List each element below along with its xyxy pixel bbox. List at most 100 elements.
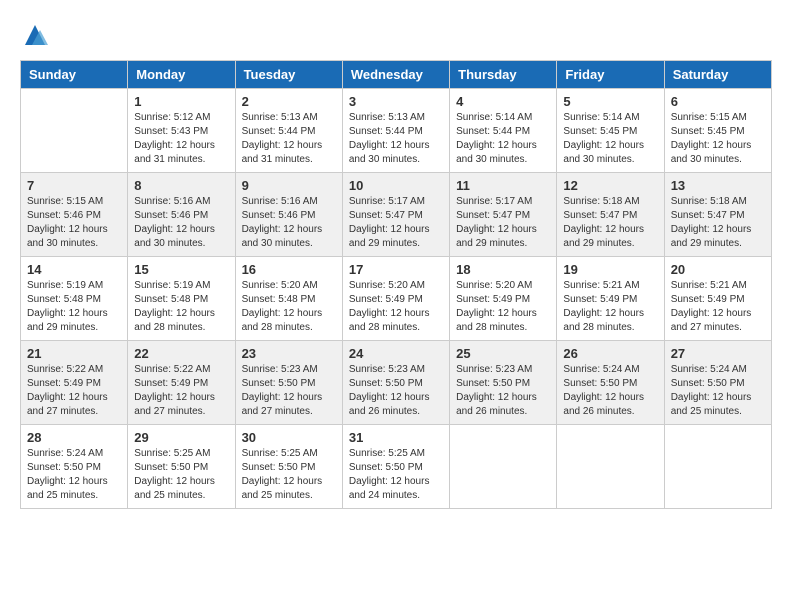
day-number: 13 bbox=[671, 178, 765, 193]
day-info: Sunrise: 5:20 AM Sunset: 5:49 PM Dayligh… bbox=[456, 279, 550, 335]
day-number: 4 bbox=[456, 94, 550, 109]
header-thursday: Thursday bbox=[450, 61, 557, 89]
day-cell bbox=[557, 425, 664, 509]
day-number: 29 bbox=[134, 430, 228, 445]
logo-icon bbox=[20, 20, 50, 50]
week-row-1: 1Sunrise: 5:12 AM Sunset: 5:43 PM Daylig… bbox=[21, 89, 772, 173]
day-info: Sunrise: 5:21 AM Sunset: 5:49 PM Dayligh… bbox=[563, 279, 657, 335]
day-number: 25 bbox=[456, 346, 550, 361]
day-cell: 13 Sunrise: 5:18 AM Sunset: 5:47 PM Dayli… bbox=[664, 173, 771, 257]
day-info: Sunrise: 5:17 AM Sunset: 5:47 PM Dayligh… bbox=[456, 195, 550, 251]
day-cell: 3 Sunrise: 5:13 AM Sunset: 5:44 PM Daylig… bbox=[342, 89, 449, 173]
day-info: Sunrise: 5:14 AM Sunset: 5:45 PM Dayligh… bbox=[563, 111, 657, 167]
header-saturday: Saturday bbox=[664, 61, 771, 89]
day-info: Sunrise: 5:16 AM Sunset: 5:46 PM Dayligh… bbox=[134, 195, 228, 251]
day-cell: 12 Sunrise: 5:18 AM Sunset: 5:47 PM Dayli… bbox=[557, 173, 664, 257]
day-cell: 26Sunrise: 5:24 AM Sunset: 5:50 PM Dayli… bbox=[557, 341, 664, 425]
header-row: SundayMondayTuesdayWednesdayThursdayFrid… bbox=[21, 61, 772, 89]
day-number: 28 bbox=[27, 430, 121, 445]
day-number: 24 bbox=[349, 346, 443, 361]
day-cell: 16Sunrise: 5:20 AM Sunset: 5:48 PM Dayli… bbox=[235, 257, 342, 341]
day-info: Sunrise: 5:24 AM Sunset: 5:50 PM Dayligh… bbox=[563, 363, 657, 419]
day-info: Sunrise: 5:13 AM Sunset: 5:44 PM Dayligh… bbox=[242, 111, 336, 167]
day-cell: 27 Sunrise: 5:24 AM Sunset: 5:50 PM Dayli… bbox=[664, 341, 771, 425]
logo bbox=[20, 20, 54, 50]
day-number: 14 bbox=[27, 262, 121, 277]
day-info: Sunrise: 5:14 AM Sunset: 5:44 PM Dayligh… bbox=[456, 111, 550, 167]
day-cell: 4 Sunrise: 5:14 AM Sunset: 5:44 PM Daylig… bbox=[450, 89, 557, 173]
day-info: Sunrise: 5:23 AM Sunset: 5:50 PM Dayligh… bbox=[349, 363, 443, 419]
day-info: Sunrise: 5:19 AM Sunset: 5:48 PM Dayligh… bbox=[134, 279, 228, 335]
day-info: Sunrise: 5:16 AM Sunset: 5:46 PM Dayligh… bbox=[242, 195, 336, 251]
day-cell: 31 Sunrise: 5:25 AM Sunset: 5:50 PM Dayli… bbox=[342, 425, 449, 509]
day-cell: 21Sunrise: 5:22 AM Sunset: 5:49 PM Dayli… bbox=[21, 341, 128, 425]
day-cell: 1Sunrise: 5:12 AM Sunset: 5:43 PM Daylig… bbox=[128, 89, 235, 173]
day-cell: 17 Sunrise: 5:20 AM Sunset: 5:49 PM Dayli… bbox=[342, 257, 449, 341]
day-info: Sunrise: 5:17 AM Sunset: 5:47 PM Dayligh… bbox=[349, 195, 443, 251]
day-info: Sunrise: 5:18 AM Sunset: 5:47 PM Dayligh… bbox=[563, 195, 657, 251]
day-number: 3 bbox=[349, 94, 443, 109]
day-cell: 9 Sunrise: 5:16 AM Sunset: 5:46 PM Daylig… bbox=[235, 173, 342, 257]
day-number: 18 bbox=[456, 262, 550, 277]
day-cell bbox=[664, 425, 771, 509]
day-number: 5 bbox=[563, 94, 657, 109]
header-monday: Monday bbox=[128, 61, 235, 89]
day-cell: 30 Sunrise: 5:25 AM Sunset: 5:50 PM Dayli… bbox=[235, 425, 342, 509]
day-info: Sunrise: 5:13 AM Sunset: 5:44 PM Dayligh… bbox=[349, 111, 443, 167]
header-friday: Friday bbox=[557, 61, 664, 89]
day-number: 6 bbox=[671, 94, 765, 109]
day-cell: 23Sunrise: 5:23 AM Sunset: 5:50 PM Dayli… bbox=[235, 341, 342, 425]
day-info: Sunrise: 5:19 AM Sunset: 5:48 PM Dayligh… bbox=[27, 279, 121, 335]
day-info: Sunrise: 5:25 AM Sunset: 5:50 PM Dayligh… bbox=[349, 447, 443, 503]
week-row-5: 28Sunrise: 5:24 AM Sunset: 5:50 PM Dayli… bbox=[21, 425, 772, 509]
day-cell: 18 Sunrise: 5:20 AM Sunset: 5:49 PM Dayli… bbox=[450, 257, 557, 341]
day-cell: 2 Sunrise: 5:13 AM Sunset: 5:44 PM Daylig… bbox=[235, 89, 342, 173]
header-wednesday: Wednesday bbox=[342, 61, 449, 89]
day-number: 10 bbox=[349, 178, 443, 193]
day-number: 15 bbox=[134, 262, 228, 277]
header-sunday: Sunday bbox=[21, 61, 128, 89]
day-number: 2 bbox=[242, 94, 336, 109]
day-cell bbox=[450, 425, 557, 509]
day-info: Sunrise: 5:20 AM Sunset: 5:49 PM Dayligh… bbox=[349, 279, 443, 335]
day-number: 17 bbox=[349, 262, 443, 277]
day-info: Sunrise: 5:25 AM Sunset: 5:50 PM Dayligh… bbox=[134, 447, 228, 503]
day-number: 20 bbox=[671, 262, 765, 277]
day-number: 31 bbox=[349, 430, 443, 445]
day-info: Sunrise: 5:23 AM Sunset: 5:50 PM Dayligh… bbox=[242, 363, 336, 419]
day-info: Sunrise: 5:15 AM Sunset: 5:46 PM Dayligh… bbox=[27, 195, 121, 251]
day-cell: 10 Sunrise: 5:17 AM Sunset: 5:47 PM Dayli… bbox=[342, 173, 449, 257]
day-cell: 29 Sunrise: 5:25 AM Sunset: 5:50 PM Dayli… bbox=[128, 425, 235, 509]
day-info: Sunrise: 5:18 AM Sunset: 5:47 PM Dayligh… bbox=[671, 195, 765, 251]
day-cell: 6Sunrise: 5:15 AM Sunset: 5:45 PM Daylig… bbox=[664, 89, 771, 173]
day-info: Sunrise: 5:22 AM Sunset: 5:49 PM Dayligh… bbox=[134, 363, 228, 419]
day-info: Sunrise: 5:24 AM Sunset: 5:50 PM Dayligh… bbox=[671, 363, 765, 419]
day-cell: 14 Sunrise: 5:19 AM Sunset: 5:48 PM Dayli… bbox=[21, 257, 128, 341]
calendar-body: 1Sunrise: 5:12 AM Sunset: 5:43 PM Daylig… bbox=[21, 89, 772, 509]
day-number: 21 bbox=[27, 346, 121, 361]
day-number: 30 bbox=[242, 430, 336, 445]
day-number: 27 bbox=[671, 346, 765, 361]
day-cell: 28Sunrise: 5:24 AM Sunset: 5:50 PM Dayli… bbox=[21, 425, 128, 509]
day-cell: 5 Sunrise: 5:14 AM Sunset: 5:45 PM Daylig… bbox=[557, 89, 664, 173]
day-number: 19 bbox=[563, 262, 657, 277]
day-number: 11 bbox=[456, 178, 550, 193]
week-row-2: 7 Sunrise: 5:15 AM Sunset: 5:46 PM Daylig… bbox=[21, 173, 772, 257]
day-cell: 15 Sunrise: 5:19 AM Sunset: 5:48 PM Dayli… bbox=[128, 257, 235, 341]
day-cell bbox=[21, 89, 128, 173]
day-number: 22 bbox=[134, 346, 228, 361]
day-cell: 11 Sunrise: 5:17 AM Sunset: 5:47 PM Dayli… bbox=[450, 173, 557, 257]
calendar-table: SundayMondayTuesdayWednesdayThursdayFrid… bbox=[20, 60, 772, 509]
calendar-header: SundayMondayTuesdayWednesdayThursdayFrid… bbox=[21, 61, 772, 89]
day-cell: 7 Sunrise: 5:15 AM Sunset: 5:46 PM Daylig… bbox=[21, 173, 128, 257]
header bbox=[20, 20, 772, 50]
day-info: Sunrise: 5:25 AM Sunset: 5:50 PM Dayligh… bbox=[242, 447, 336, 503]
day-cell: 19 Sunrise: 5:21 AM Sunset: 5:49 PM Dayli… bbox=[557, 257, 664, 341]
day-number: 7 bbox=[27, 178, 121, 193]
day-cell: 24 Sunrise: 5:23 AM Sunset: 5:50 PM Dayli… bbox=[342, 341, 449, 425]
day-number: 8 bbox=[134, 178, 228, 193]
day-number: 9 bbox=[242, 178, 336, 193]
day-info: Sunrise: 5:12 AM Sunset: 5:43 PM Dayligh… bbox=[134, 111, 228, 167]
day-info: Sunrise: 5:21 AM Sunset: 5:49 PM Dayligh… bbox=[671, 279, 765, 335]
day-number: 12 bbox=[563, 178, 657, 193]
